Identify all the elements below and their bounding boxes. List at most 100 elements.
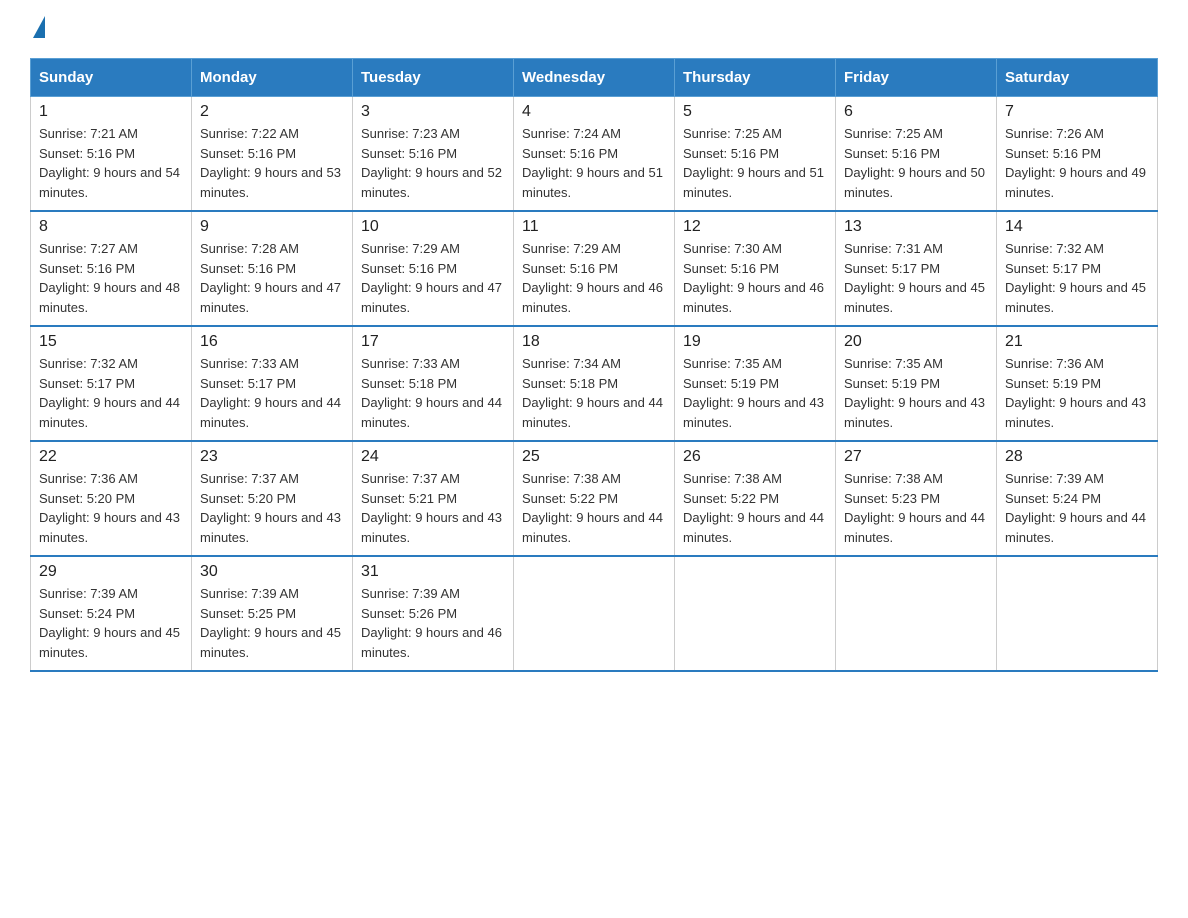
calendar-cell: 22 Sunrise: 7:36 AM Sunset: 5:20 PM Dayl… [31,441,192,556]
day-info: Sunrise: 7:39 AM Sunset: 5:26 PM Dayligh… [361,584,505,662]
day-info: Sunrise: 7:21 AM Sunset: 5:16 PM Dayligh… [39,124,183,202]
calendar-cell [997,556,1158,671]
calendar-cell: 20 Sunrise: 7:35 AM Sunset: 5:19 PM Dayl… [836,326,997,441]
calendar-week-row: 15 Sunrise: 7:32 AM Sunset: 5:17 PM Dayl… [31,326,1158,441]
calendar-cell: 10 Sunrise: 7:29 AM Sunset: 5:16 PM Dayl… [353,211,514,326]
calendar-cell: 28 Sunrise: 7:39 AM Sunset: 5:24 PM Dayl… [997,441,1158,556]
day-info: Sunrise: 7:35 AM Sunset: 5:19 PM Dayligh… [844,354,988,432]
day-number: 11 [522,218,666,236]
weekday-header-tuesday: Tuesday [353,59,514,97]
day-info: Sunrise: 7:28 AM Sunset: 5:16 PM Dayligh… [200,239,344,317]
calendar-cell: 24 Sunrise: 7:37 AM Sunset: 5:21 PM Dayl… [353,441,514,556]
day-info: Sunrise: 7:33 AM Sunset: 5:18 PM Dayligh… [361,354,505,432]
day-number: 16 [200,333,344,351]
calendar-cell: 27 Sunrise: 7:38 AM Sunset: 5:23 PM Dayl… [836,441,997,556]
day-info: Sunrise: 7:29 AM Sunset: 5:16 PM Dayligh… [522,239,666,317]
day-number: 12 [683,218,827,236]
weekday-header-friday: Friday [836,59,997,97]
calendar-cell: 15 Sunrise: 7:32 AM Sunset: 5:17 PM Dayl… [31,326,192,441]
calendar-cell: 12 Sunrise: 7:30 AM Sunset: 5:16 PM Dayl… [675,211,836,326]
day-number: 4 [522,103,666,121]
day-info: Sunrise: 7:25 AM Sunset: 5:16 PM Dayligh… [844,124,988,202]
calendar-table: SundayMondayTuesdayWednesdayThursdayFrid… [30,58,1158,672]
day-info: Sunrise: 7:26 AM Sunset: 5:16 PM Dayligh… [1005,124,1149,202]
day-number: 15 [39,333,183,351]
day-info: Sunrise: 7:30 AM Sunset: 5:16 PM Dayligh… [683,239,827,317]
calendar-cell: 5 Sunrise: 7:25 AM Sunset: 5:16 PM Dayli… [675,97,836,212]
day-number: 31 [361,563,505,581]
day-info: Sunrise: 7:39 AM Sunset: 5:24 PM Dayligh… [39,584,183,662]
day-number: 5 [683,103,827,121]
calendar-week-row: 22 Sunrise: 7:36 AM Sunset: 5:20 PM Dayl… [31,441,1158,556]
calendar-header-row: SundayMondayTuesdayWednesdayThursdayFrid… [31,59,1158,97]
weekday-header-saturday: Saturday [997,59,1158,97]
day-number: 21 [1005,333,1149,351]
calendar-cell [514,556,675,671]
weekday-header-monday: Monday [192,59,353,97]
day-info: Sunrise: 7:34 AM Sunset: 5:18 PM Dayligh… [522,354,666,432]
calendar-cell [675,556,836,671]
calendar-cell: 6 Sunrise: 7:25 AM Sunset: 5:16 PM Dayli… [836,97,997,212]
day-number: 20 [844,333,988,351]
calendar-cell: 8 Sunrise: 7:27 AM Sunset: 5:16 PM Dayli… [31,211,192,326]
weekday-header-sunday: Sunday [31,59,192,97]
day-number: 7 [1005,103,1149,121]
day-info: Sunrise: 7:39 AM Sunset: 5:24 PM Dayligh… [1005,469,1149,547]
day-info: Sunrise: 7:29 AM Sunset: 5:16 PM Dayligh… [361,239,505,317]
day-number: 9 [200,218,344,236]
logo-triangle-icon [33,16,45,38]
day-info: Sunrise: 7:38 AM Sunset: 5:22 PM Dayligh… [683,469,827,547]
calendar-cell: 1 Sunrise: 7:21 AM Sunset: 5:16 PM Dayli… [31,97,192,212]
calendar-cell: 16 Sunrise: 7:33 AM Sunset: 5:17 PM Dayl… [192,326,353,441]
calendar-cell: 21 Sunrise: 7:36 AM Sunset: 5:19 PM Dayl… [997,326,1158,441]
calendar-week-row: 29 Sunrise: 7:39 AM Sunset: 5:24 PM Dayl… [31,556,1158,671]
weekday-header-thursday: Thursday [675,59,836,97]
day-info: Sunrise: 7:36 AM Sunset: 5:19 PM Dayligh… [1005,354,1149,432]
day-info: Sunrise: 7:24 AM Sunset: 5:16 PM Dayligh… [522,124,666,202]
calendar-cell: 19 Sunrise: 7:35 AM Sunset: 5:19 PM Dayl… [675,326,836,441]
calendar-cell: 14 Sunrise: 7:32 AM Sunset: 5:17 PM Dayl… [997,211,1158,326]
calendar-cell: 23 Sunrise: 7:37 AM Sunset: 5:20 PM Dayl… [192,441,353,556]
calendar-cell: 2 Sunrise: 7:22 AM Sunset: 5:16 PM Dayli… [192,97,353,212]
day-info: Sunrise: 7:27 AM Sunset: 5:16 PM Dayligh… [39,239,183,317]
day-info: Sunrise: 7:38 AM Sunset: 5:22 PM Dayligh… [522,469,666,547]
day-info: Sunrise: 7:39 AM Sunset: 5:25 PM Dayligh… [200,584,344,662]
day-number: 18 [522,333,666,351]
day-info: Sunrise: 7:36 AM Sunset: 5:20 PM Dayligh… [39,469,183,547]
day-number: 28 [1005,448,1149,466]
weekday-header-wednesday: Wednesday [514,59,675,97]
day-number: 29 [39,563,183,581]
day-info: Sunrise: 7:37 AM Sunset: 5:21 PM Dayligh… [361,469,505,547]
day-number: 8 [39,218,183,236]
calendar-cell: 13 Sunrise: 7:31 AM Sunset: 5:17 PM Dayl… [836,211,997,326]
day-info: Sunrise: 7:22 AM Sunset: 5:16 PM Dayligh… [200,124,344,202]
day-number: 27 [844,448,988,466]
day-info: Sunrise: 7:23 AM Sunset: 5:16 PM Dayligh… [361,124,505,202]
day-number: 17 [361,333,505,351]
calendar-week-row: 8 Sunrise: 7:27 AM Sunset: 5:16 PM Dayli… [31,211,1158,326]
calendar-week-row: 1 Sunrise: 7:21 AM Sunset: 5:16 PM Dayli… [31,97,1158,212]
logo [30,20,45,38]
day-number: 22 [39,448,183,466]
day-info: Sunrise: 7:35 AM Sunset: 5:19 PM Dayligh… [683,354,827,432]
calendar-cell: 17 Sunrise: 7:33 AM Sunset: 5:18 PM Dayl… [353,326,514,441]
day-info: Sunrise: 7:32 AM Sunset: 5:17 PM Dayligh… [1005,239,1149,317]
calendar-cell: 7 Sunrise: 7:26 AM Sunset: 5:16 PM Dayli… [997,97,1158,212]
day-info: Sunrise: 7:37 AM Sunset: 5:20 PM Dayligh… [200,469,344,547]
day-number: 30 [200,563,344,581]
day-number: 3 [361,103,505,121]
day-number: 10 [361,218,505,236]
calendar-cell: 4 Sunrise: 7:24 AM Sunset: 5:16 PM Dayli… [514,97,675,212]
calendar-cell: 18 Sunrise: 7:34 AM Sunset: 5:18 PM Dayl… [514,326,675,441]
day-number: 1 [39,103,183,121]
calendar-cell: 31 Sunrise: 7:39 AM Sunset: 5:26 PM Dayl… [353,556,514,671]
day-number: 25 [522,448,666,466]
day-info: Sunrise: 7:38 AM Sunset: 5:23 PM Dayligh… [844,469,988,547]
day-info: Sunrise: 7:25 AM Sunset: 5:16 PM Dayligh… [683,124,827,202]
calendar-cell [836,556,997,671]
calendar-cell: 26 Sunrise: 7:38 AM Sunset: 5:22 PM Dayl… [675,441,836,556]
calendar-cell: 11 Sunrise: 7:29 AM Sunset: 5:16 PM Dayl… [514,211,675,326]
day-number: 2 [200,103,344,121]
page-header [30,20,1158,38]
day-number: 24 [361,448,505,466]
